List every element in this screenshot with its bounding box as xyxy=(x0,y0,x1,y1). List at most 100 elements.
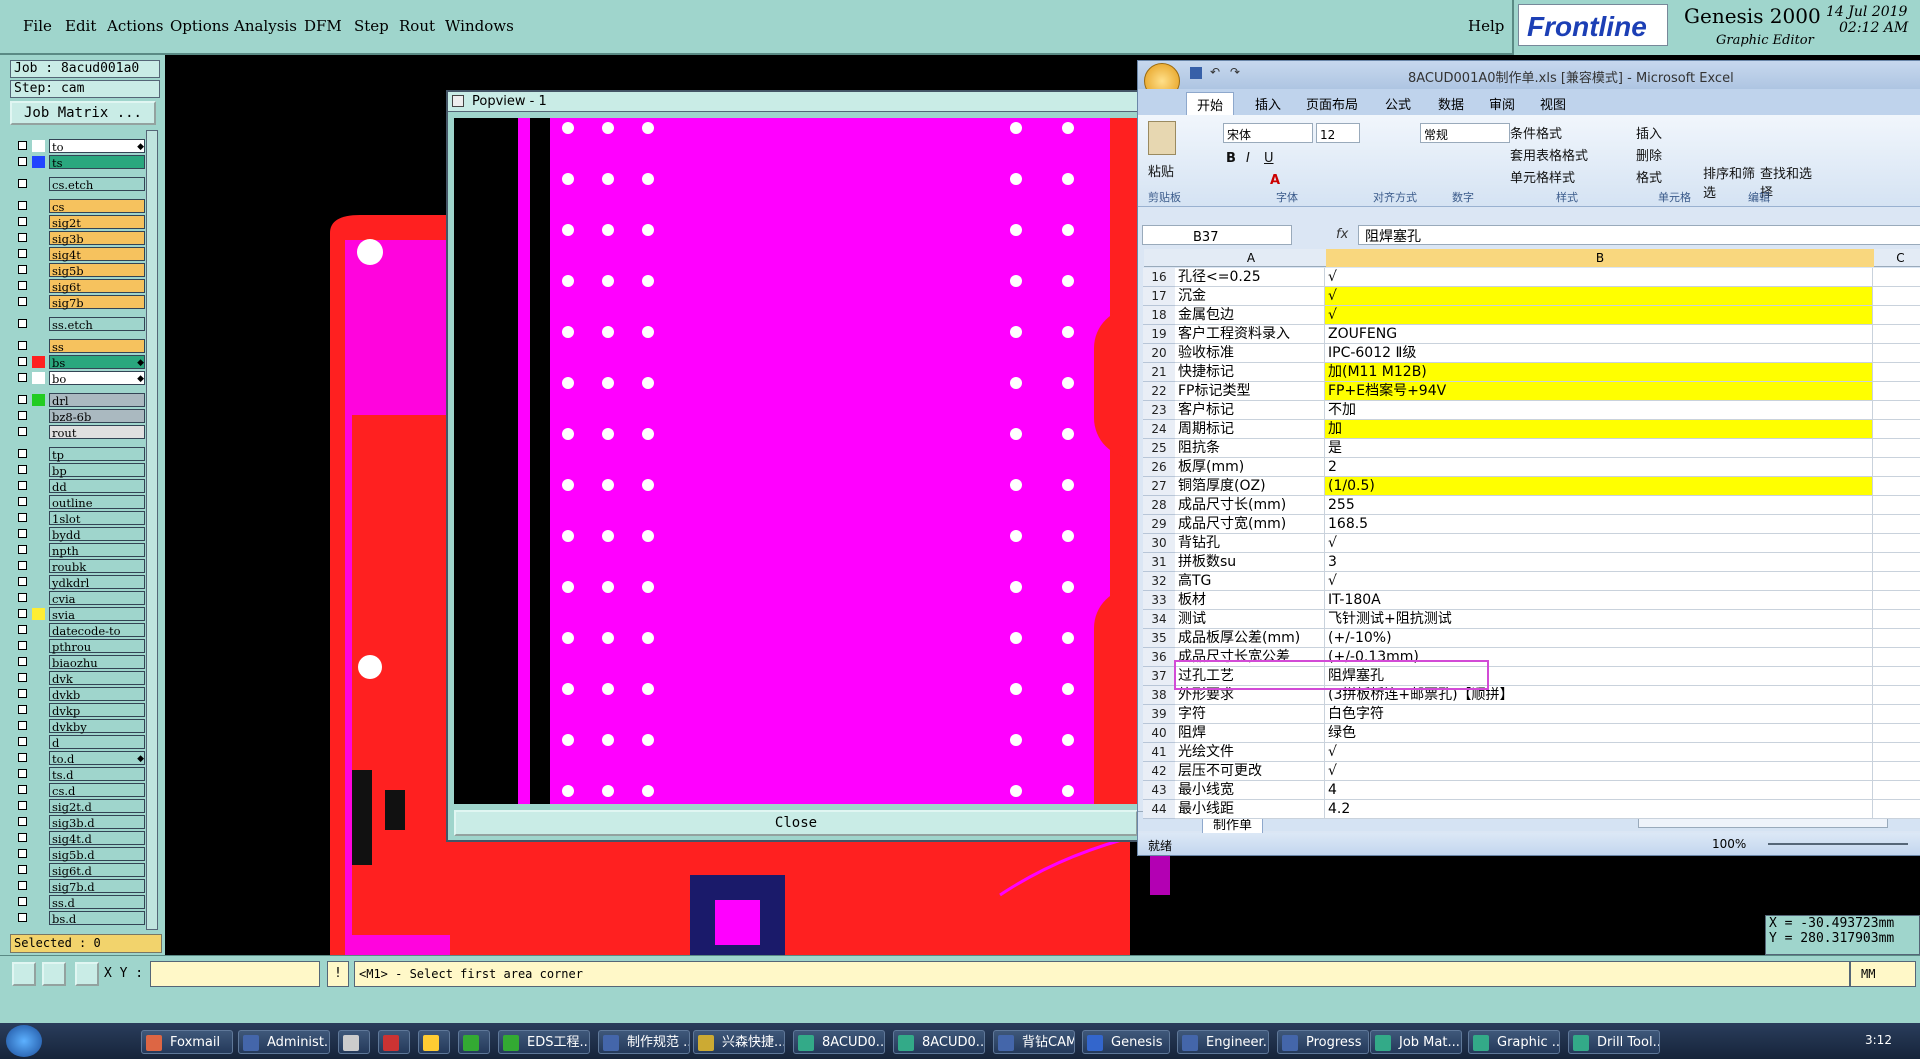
layer-color-swatch[interactable] xyxy=(32,448,45,460)
layer-row[interactable]: bs.d xyxy=(14,911,145,926)
row-number[interactable]: 34 xyxy=(1143,610,1175,629)
cell-a[interactable]: 客户标记 xyxy=(1175,401,1325,420)
layer-color-swatch[interactable] xyxy=(32,736,45,748)
row-number[interactable]: 16 xyxy=(1143,268,1175,287)
layer-checkbox[interactable] xyxy=(18,785,27,794)
layer-row[interactable]: sig5b.d xyxy=(14,847,145,862)
font-name-select[interactable]: 宋体 xyxy=(1223,123,1313,143)
taskbar-button[interactable]: Graphic ... xyxy=(1468,1030,1560,1054)
layer-row[interactable]: ss.d xyxy=(14,895,145,910)
cell-c[interactable] xyxy=(1873,705,1920,724)
layer-row[interactable]: sig2t xyxy=(14,215,145,230)
layer-checkbox[interactable] xyxy=(18,657,27,666)
layer-checkbox[interactable] xyxy=(18,625,27,634)
cell-c[interactable] xyxy=(1873,591,1920,610)
cell-a[interactable]: 阻抗条 xyxy=(1175,439,1325,458)
layer-row[interactable]: sig5b xyxy=(14,263,145,278)
ribbon-tab-home[interactable]: 开始 xyxy=(1186,92,1235,117)
redo-icon[interactable]: ↷ xyxy=(1230,65,1240,79)
taskbar-button[interactable]: 8ACUD0... xyxy=(793,1030,885,1054)
paste-button[interactable]: 粘贴 xyxy=(1148,161,1174,180)
cell-c[interactable] xyxy=(1873,781,1920,800)
cell-c[interactable] xyxy=(1873,496,1920,515)
popview-close-button[interactable]: Close xyxy=(454,810,1138,836)
cell-b[interactable]: 飞针测试+阻抗测试 xyxy=(1325,610,1873,629)
layer-row[interactable]: sig7b.d xyxy=(14,879,145,894)
layer-color-swatch[interactable] xyxy=(32,848,45,860)
cell-b[interactable]: 加(M11 M12B) xyxy=(1325,363,1873,382)
cell-c[interactable] xyxy=(1873,515,1920,534)
layer-row[interactable]: dvkp xyxy=(14,703,145,718)
layer-checkbox[interactable] xyxy=(18,529,27,538)
ribbon-tab-layout[interactable]: 页面布局 xyxy=(1306,94,1358,113)
layer-checkbox[interactable] xyxy=(18,801,27,810)
layer-row[interactable]: sig2t.d xyxy=(14,799,145,814)
row-number[interactable]: 25 xyxy=(1143,439,1175,458)
layer-color-swatch[interactable] xyxy=(32,248,45,260)
conditional-format-button[interactable]: 条件格式 xyxy=(1510,123,1562,142)
cell-c[interactable] xyxy=(1873,724,1920,743)
taskbar-button[interactable]: Progress xyxy=(1277,1030,1369,1054)
cell-a[interactable]: 周期标记 xyxy=(1175,420,1325,439)
menu-rout[interactable]: Rout xyxy=(399,17,435,35)
taskbar-button[interactable] xyxy=(338,1030,370,1054)
layer-checkbox[interactable] xyxy=(18,689,27,698)
row-number[interactable]: 29 xyxy=(1143,515,1175,534)
layer-checkbox[interactable] xyxy=(18,249,27,258)
layer-row[interactable]: sig6t.d xyxy=(14,863,145,878)
layer-checkbox[interactable] xyxy=(18,341,27,350)
row-number[interactable]: 21 xyxy=(1143,363,1175,382)
delete-cells-button[interactable]: 删除 xyxy=(1636,145,1662,164)
row-number[interactable]: 41 xyxy=(1143,743,1175,762)
layer-row[interactable]: rout xyxy=(14,425,145,440)
cell-b[interactable]: √ xyxy=(1325,572,1873,591)
taskbar-button[interactable]: Drill Tool... xyxy=(1568,1030,1660,1054)
row-number[interactable]: 22 xyxy=(1143,382,1175,401)
layer-checkbox[interactable] xyxy=(18,817,27,826)
layer-row[interactable]: npth xyxy=(14,543,145,558)
layer-color-swatch[interactable] xyxy=(32,608,45,620)
cell-a[interactable]: 拼板数su xyxy=(1175,553,1325,572)
layer-row[interactable]: sig3b xyxy=(14,231,145,246)
row-number[interactable]: 37 xyxy=(1143,667,1175,686)
row-number[interactable]: 35 xyxy=(1143,629,1175,648)
row-number[interactable]: 42 xyxy=(1143,762,1175,781)
layer-color-swatch[interactable] xyxy=(32,816,45,828)
popview-canvas[interactable] xyxy=(454,118,1138,804)
taskbar-button[interactable] xyxy=(458,1030,490,1054)
cell-b[interactable]: 168.5 xyxy=(1325,515,1873,534)
layer-checkbox[interactable] xyxy=(18,157,27,166)
layer-row[interactable]: cvia xyxy=(14,591,145,606)
cell-c[interactable] xyxy=(1873,667,1920,686)
menu-edit[interactable]: Edit xyxy=(65,17,96,35)
row-number[interactable]: 20 xyxy=(1143,344,1175,363)
units-selector[interactable]: MM xyxy=(1850,961,1916,987)
layer-color-swatch[interactable] xyxy=(32,752,45,764)
layer-checkbox[interactable] xyxy=(18,233,27,242)
start-button[interactable] xyxy=(6,1025,42,1057)
layer-row[interactable]: sig3b.d xyxy=(14,815,145,830)
cell-c[interactable] xyxy=(1873,458,1920,477)
layer-checkbox[interactable] xyxy=(18,281,27,290)
cell-a[interactable]: 铜箔厚度(OZ) xyxy=(1175,477,1325,496)
cell-a[interactable]: 板厚(mm) xyxy=(1175,458,1325,477)
row-number[interactable]: 18 xyxy=(1143,306,1175,325)
cell-c[interactable] xyxy=(1873,363,1920,382)
layer-row[interactable]: outline xyxy=(14,495,145,510)
row-number[interactable]: 28 xyxy=(1143,496,1175,515)
cell-c[interactable] xyxy=(1873,534,1920,553)
layer-row[interactable]: drl xyxy=(14,393,145,408)
layer-color-swatch[interactable] xyxy=(32,880,45,892)
layer-checkbox[interactable] xyxy=(18,561,27,570)
layer-color-swatch[interactable] xyxy=(32,318,45,330)
info-button[interactable]: ! xyxy=(327,961,349,987)
cell-c[interactable] xyxy=(1873,477,1920,496)
cell-b[interactable]: IPC-6012 Ⅱ级 xyxy=(1325,344,1873,363)
cell-b[interactable]: √ xyxy=(1325,743,1873,762)
cell-styles-button[interactable]: 单元格样式 xyxy=(1510,167,1575,186)
cell-c[interactable] xyxy=(1873,553,1920,572)
layer-checkbox[interactable] xyxy=(18,411,27,420)
layer-checkbox[interactable] xyxy=(18,201,27,210)
layer-row[interactable]: dvkby xyxy=(14,719,145,734)
insert-cells-button[interactable]: 插入 xyxy=(1636,123,1662,142)
